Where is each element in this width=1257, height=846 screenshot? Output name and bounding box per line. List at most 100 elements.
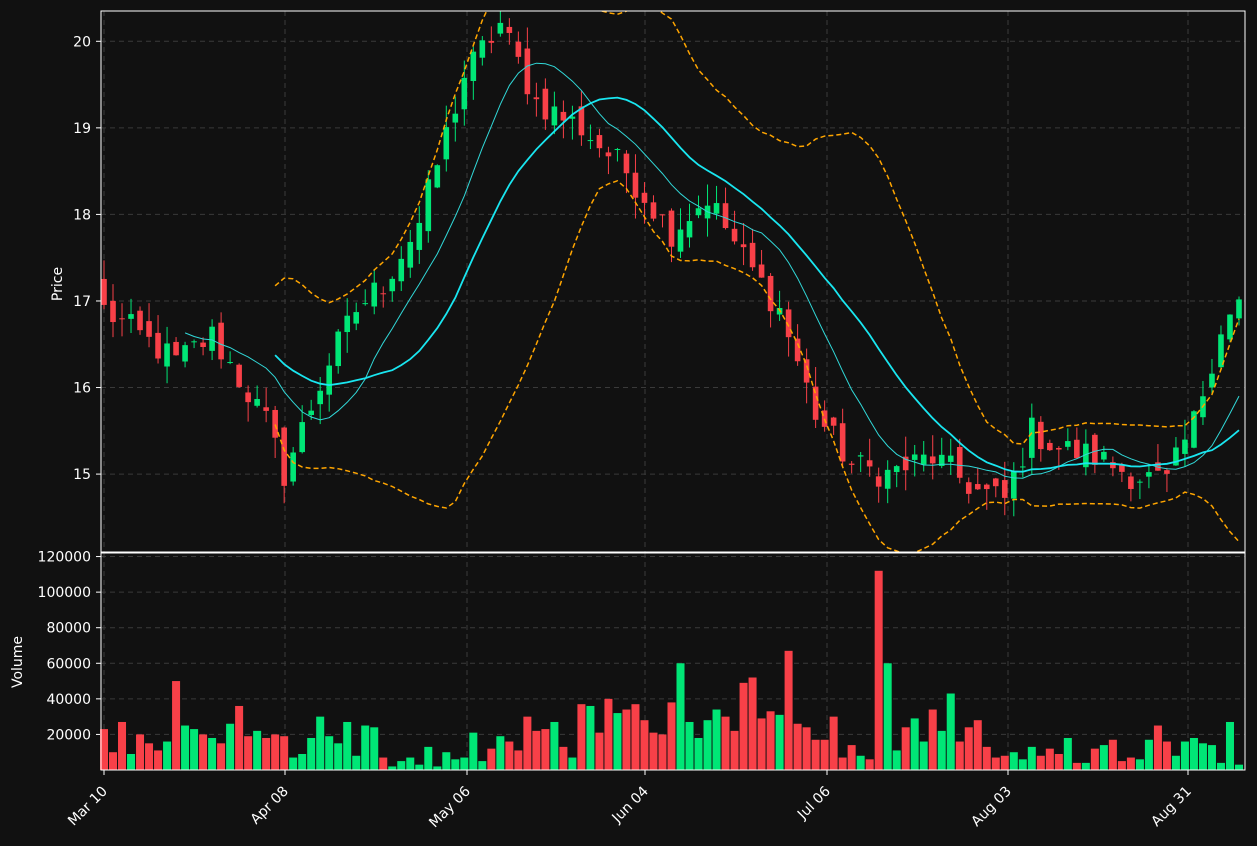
volume-bar (577, 704, 586, 770)
volume-tick-label: 60000 (46, 656, 91, 672)
candle-body (533, 97, 540, 100)
price-tick-label: 20 (73, 34, 91, 50)
volume-bar (703, 720, 712, 770)
candle-body (812, 386, 819, 420)
volume-bar (604, 698, 613, 770)
candle-body (1164, 470, 1170, 474)
volume-bar (739, 682, 748, 770)
candle-body (596, 135, 603, 149)
volume-bar (505, 741, 514, 770)
candle-body (695, 208, 702, 216)
volume-bar (316, 716, 325, 770)
candle-body (875, 476, 882, 487)
candle-body (236, 364, 242, 387)
candle-body (146, 321, 152, 337)
volume-bar (361, 725, 370, 770)
candle-body (299, 422, 305, 453)
volume-bar (622, 709, 631, 770)
volume-bar (289, 757, 298, 770)
candle-body (1092, 434, 1098, 465)
candle-body (677, 229, 684, 252)
volume-bar (1234, 764, 1243, 770)
candle-body (893, 466, 900, 473)
volume-bar (1063, 737, 1072, 770)
candle-body (740, 244, 747, 248)
volume-bar (523, 716, 532, 770)
candle-body (641, 192, 648, 203)
volume-bar (1144, 739, 1153, 770)
volume-bar (757, 718, 766, 770)
volume-bar (712, 709, 721, 770)
candle-body (1137, 481, 1143, 483)
candle-body (551, 106, 558, 126)
candle-body (353, 312, 360, 324)
candle-body (470, 51, 477, 82)
candle-body (488, 40, 495, 43)
volume-bar (1045, 748, 1054, 770)
volume-bar (136, 734, 145, 770)
volume-bar (460, 757, 469, 770)
x-axis: Mar 10 Apr 08 May 06 Jun 04 Jul 06 Aug 03 Aug … (65, 770, 1195, 831)
volume-bar (541, 729, 550, 770)
volume-bar (883, 663, 892, 770)
volume-bar (1099, 745, 1108, 770)
volume-bar (127, 753, 136, 770)
volume-bar (1117, 761, 1126, 770)
candle-body (560, 111, 567, 121)
volume-bar (1207, 745, 1216, 770)
volume-bar (1162, 741, 1171, 770)
candle-body (1182, 439, 1188, 454)
candle-body (1074, 439, 1080, 459)
volume-bar (1081, 762, 1090, 770)
candle-body (200, 342, 206, 348)
candle-body (398, 258, 405, 282)
candle-body (749, 242, 756, 268)
volume-tick-label: 20000 (46, 727, 91, 743)
candle-body (767, 275, 774, 312)
candle-body (461, 77, 468, 110)
volume-bar (415, 764, 424, 770)
candle-body (1056, 448, 1062, 450)
volume-bar (1009, 752, 1018, 770)
volume-bar (235, 705, 244, 770)
candle-body (794, 338, 801, 362)
candle-body (119, 318, 125, 320)
volume-bar (550, 721, 559, 770)
candle-body (542, 88, 549, 120)
candle-body (245, 392, 251, 403)
x-tick-label: Jun 04 (609, 783, 652, 826)
volume-bar (217, 743, 226, 770)
candle-body (1209, 373, 1215, 388)
volume-tick-label: 80000 (46, 621, 91, 637)
candle-body (335, 331, 342, 367)
candle-body (632, 172, 639, 198)
volume-panel: 20000 40000 60000 80000 100000 120000 (38, 550, 1246, 771)
candle-body (974, 484, 981, 490)
volume-bar (307, 737, 316, 770)
candle-body (758, 264, 765, 278)
volume-bar (730, 730, 739, 770)
volume-bar (451, 759, 460, 770)
candle-body (803, 359, 810, 383)
volume-bar (613, 713, 622, 770)
candle-body (956, 447, 963, 478)
volume-bar (676, 663, 685, 770)
volume-bar (1126, 757, 1135, 770)
volume-bar (946, 693, 955, 770)
volume-bar (568, 757, 577, 770)
chart-svg: 15 16 17 18 19 20 20000 40000 60000 80000 100000 1… (10, 10, 1246, 831)
volume-bar (109, 752, 118, 770)
candle-body (281, 427, 287, 486)
candle-body (128, 314, 134, 319)
candle-body (380, 293, 387, 295)
volume-bar (388, 766, 397, 770)
volume-bar (478, 761, 487, 770)
volume-bar (910, 718, 919, 770)
volume-bar (892, 750, 901, 770)
volume-bar (964, 727, 973, 770)
volume-bar (1153, 725, 1162, 770)
candle-body (101, 278, 107, 305)
candle-body (668, 210, 675, 247)
volume-bar (766, 711, 775, 770)
candle-body (1128, 476, 1134, 489)
